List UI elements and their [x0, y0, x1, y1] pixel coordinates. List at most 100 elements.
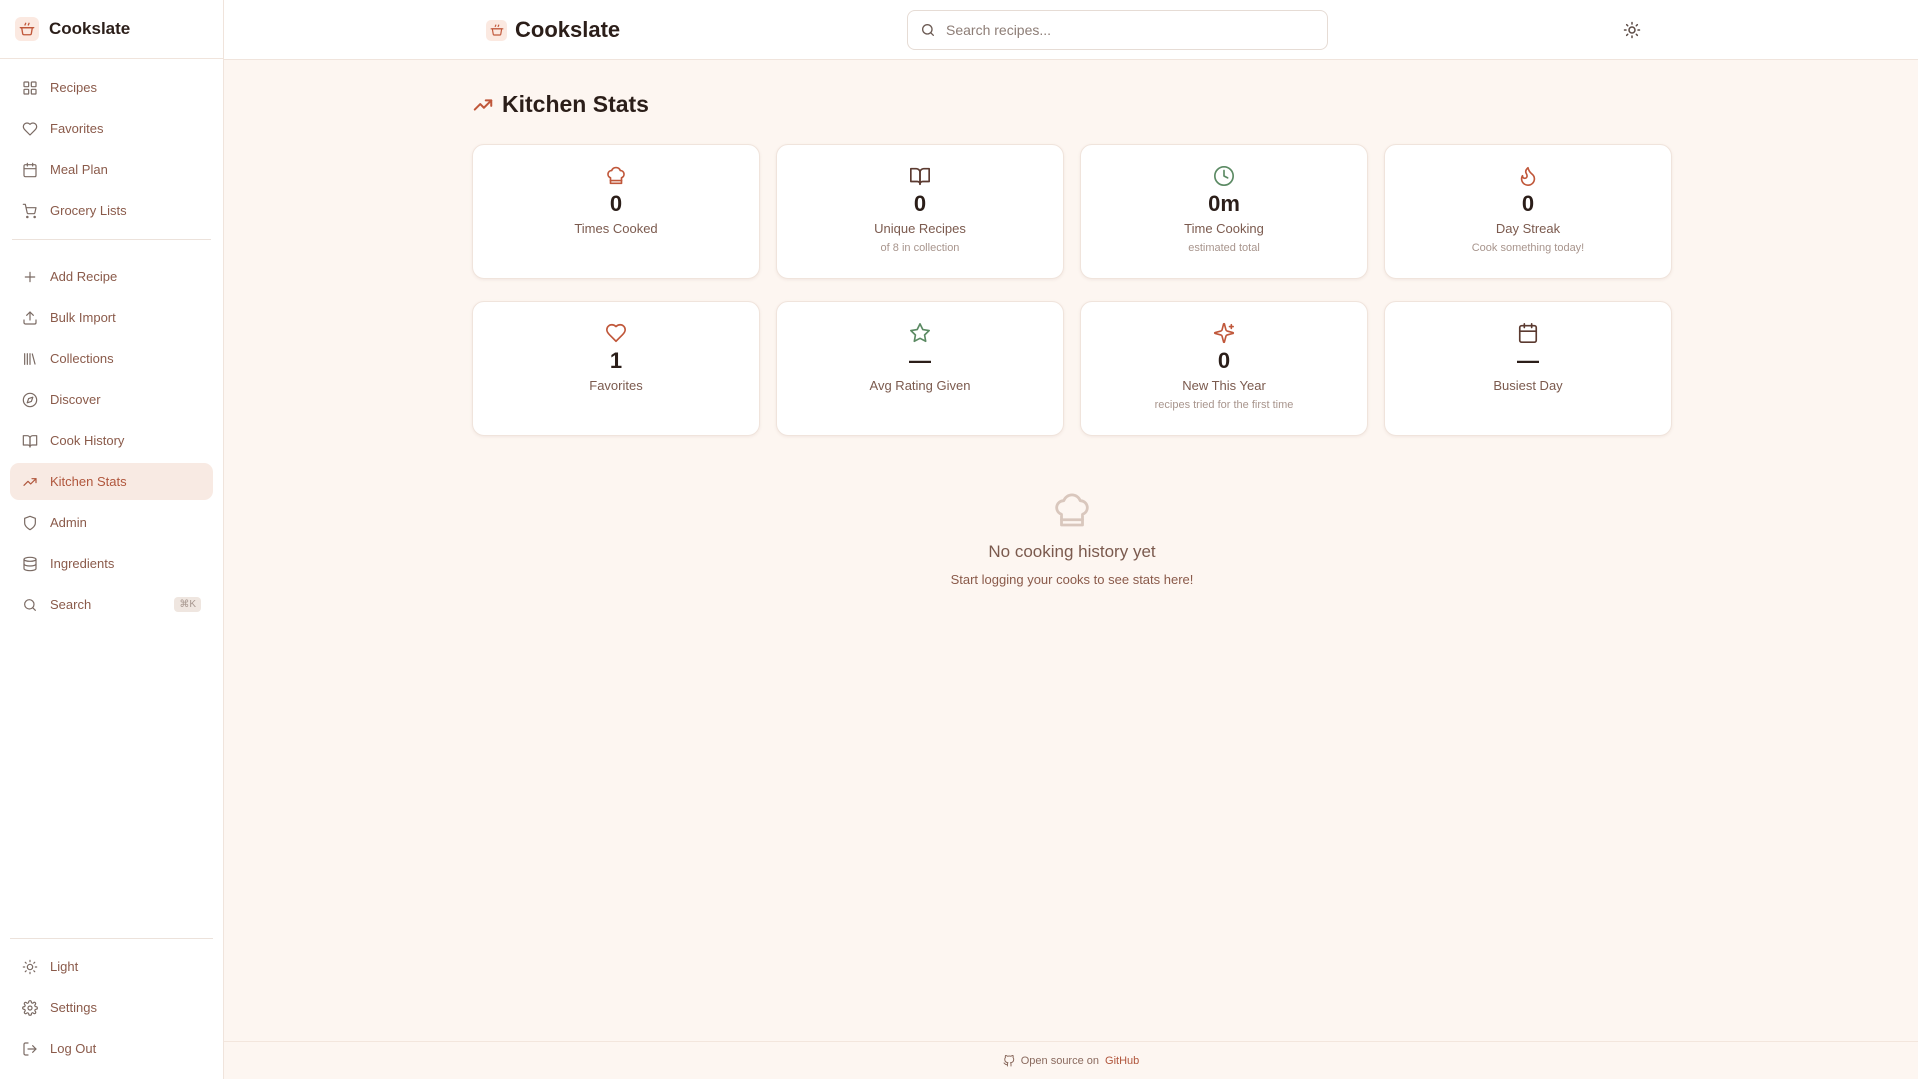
- stat-card-busiest-day: — Busiest Day: [1384, 301, 1672, 436]
- sidebar-item-favorites[interactable]: Favorites: [10, 110, 213, 147]
- stats-grid: 0 Times Cooked 0 Unique Recipes of 8 in coll…: [472, 144, 1672, 436]
- stat-card-time-cooking: 0m Time Cooking estimated total: [1080, 144, 1368, 279]
- sidebar-item-search[interactable]: Search ⌘K: [10, 586, 213, 623]
- search-icon: [920, 22, 936, 38]
- empty-state-title: No cooking history yet: [988, 542, 1156, 561]
- heart-icon: [22, 121, 38, 137]
- stat-card-new-this-year: 0 New This Year recipes tried for the firs…: [1080, 301, 1368, 436]
- header-brand[interactable]: Cookslate: [486, 17, 620, 43]
- library-icon: [22, 351, 38, 367]
- sidebar-item-recipes[interactable]: Recipes: [10, 69, 213, 106]
- grid-icon: [22, 80, 38, 96]
- stat-card-favorites: 1 Favorites: [472, 301, 760, 436]
- sidebar-item-label: Grocery Lists: [50, 203, 127, 218]
- sidebar-item-ingredients[interactable]: Ingredients: [10, 545, 213, 582]
- stat-label: Avg Rating Given: [869, 378, 971, 393]
- plus-icon: [22, 269, 38, 285]
- stat-label: New This Year: [1182, 378, 1266, 393]
- page-title-text: Kitchen Stats: [502, 91, 649, 117]
- sidebar-item-bulk-import[interactable]: Bulk Import: [10, 299, 213, 336]
- search-icon: [22, 597, 38, 613]
- search-input[interactable]: [946, 22, 1306, 38]
- stat-label: Times Cooked: [574, 221, 658, 236]
- stat-subtext: estimated total: [1188, 242, 1260, 254]
- stat-card-avg-rating-given: — Avg Rating Given: [776, 301, 1064, 436]
- sidebar-item-label: Discover: [50, 392, 101, 407]
- sidebar-item-label: Favorites: [50, 121, 104, 136]
- sidebar-item-admin[interactable]: Admin: [10, 504, 213, 541]
- sidebar-item-label: Add Recipe: [50, 269, 118, 284]
- sidebar-item-label: Light: [50, 959, 79, 974]
- gear-icon: [22, 999, 38, 1016]
- trending-up-icon: [22, 474, 38, 490]
- log-out-icon: [22, 1041, 38, 1057]
- trending-up-icon: [472, 94, 494, 116]
- page-title: Kitchen Stats: [472, 91, 649, 118]
- github-icon: [1003, 1054, 1015, 1067]
- upload-icon: [22, 310, 38, 326]
- stat-label: Day Streak: [1495, 221, 1561, 236]
- stat-value: 0: [1217, 348, 1231, 373]
- stat-card-times-cooked: 0 Times Cooked: [472, 144, 760, 279]
- sidebar-item-grocery-lists[interactable]: Grocery Lists: [10, 192, 213, 229]
- github-link[interactable]: GitHub: [1105, 1055, 1139, 1067]
- calendar-icon: [22, 162, 38, 178]
- sidebar-item-label: Kitchen Stats: [50, 474, 127, 489]
- sparkles-icon: [1213, 322, 1235, 344]
- stat-label: Busiest Day: [1493, 378, 1563, 393]
- stat-label: Time Cooking: [1184, 221, 1264, 236]
- stat-value: —: [1517, 348, 1539, 373]
- header-brand-name: Cookslate: [515, 17, 621, 42]
- clock-icon: [1213, 165, 1235, 187]
- sidebar-item-label: Settings: [50, 1000, 97, 1015]
- theme-toggle-button[interactable]: [1621, 19, 1643, 41]
- sidebar-brand[interactable]: Cookslate: [0, 0, 223, 59]
- book-open-icon: [22, 433, 38, 449]
- sidebar-item-label: Log Out: [50, 1041, 97, 1056]
- sidebar-item-label: Ingredients: [50, 556, 115, 571]
- sidebar-bottom-nav: Light Settings Log Out: [10, 938, 213, 1071]
- calendar-icon: [1517, 322, 1539, 344]
- stat-value: —: [909, 348, 931, 373]
- compass-icon: [22, 392, 38, 408]
- cookpot-logo-icon: [486, 19, 507, 41]
- sidebar-item-add-recipe[interactable]: Add Recipe: [10, 258, 213, 295]
- nav-divider: [12, 239, 211, 240]
- nav-group: Add Recipe Bulk Import Collections Discover…: [10, 248, 213, 623]
- cart-icon: [22, 203, 38, 219]
- sidebar-item-collections[interactable]: Collections: [10, 340, 213, 377]
- flame-icon: [1517, 165, 1539, 187]
- stat-label: Favorites: [589, 378, 643, 393]
- sidebar-item-light[interactable]: Light: [10, 948, 213, 985]
- book-open-icon: [909, 165, 931, 187]
- sidebar-item-settings[interactable]: Settings: [10, 989, 213, 1026]
- top-header: Cookslate: [224, 0, 1918, 60]
- chef-hat-icon: [605, 165, 627, 187]
- sidebar-item-kitchen-stats[interactable]: Kitchen Stats: [10, 463, 213, 500]
- sidebar-item-label: Recipes: [50, 80, 97, 95]
- sidebar-item-log-out[interactable]: Log Out: [10, 1030, 213, 1067]
- sun-icon: [1623, 21, 1641, 39]
- sidebar-item-label: Bulk Import: [50, 310, 116, 325]
- sidebar: Cookslate Recipes Favorites Meal Plan Groce…: [0, 0, 224, 1079]
- stat-card-day-streak: 0 Day Streak Cook something today!: [1384, 144, 1672, 279]
- empty-state-description: Start logging your cooks to see stats he…: [950, 572, 1194, 587]
- shield-icon: [22, 515, 38, 531]
- shortcut-badge: ⌘K: [174, 597, 201, 612]
- star-icon: [909, 322, 931, 344]
- app-name: Cookslate: [49, 19, 131, 38]
- stat-subtext: of 8 in collection: [880, 242, 960, 254]
- stat-value: 0: [1521, 191, 1535, 216]
- sidebar-item-label: Admin: [50, 515, 87, 530]
- sun-icon: [22, 959, 38, 975]
- sidebar-item-cook-history[interactable]: Cook History: [10, 422, 213, 459]
- search-box[interactable]: [907, 10, 1328, 50]
- sidebar-item-discover[interactable]: Discover: [10, 381, 213, 418]
- footer: Open source on GitHub: [224, 1041, 1918, 1079]
- cookpot-logo-icon: [15, 17, 39, 41]
- footer-text: Open source on: [1020, 1054, 1100, 1067]
- stat-subtext: recipes tried for the first time: [1154, 399, 1294, 411]
- sidebar-item-meal-plan[interactable]: Meal Plan: [10, 151, 213, 188]
- empty-state: No cooking history yet Start logging you…: [872, 490, 1272, 587]
- stat-value: 0: [609, 191, 623, 216]
